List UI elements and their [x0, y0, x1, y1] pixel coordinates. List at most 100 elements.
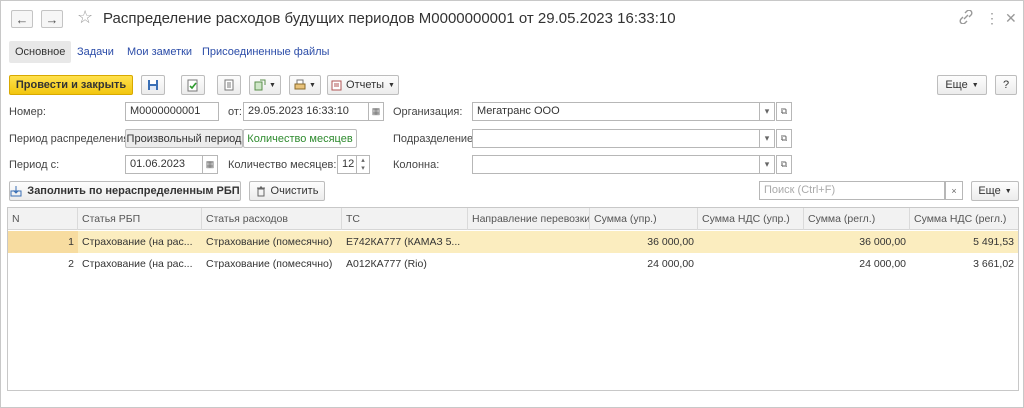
column-open-button[interactable]: ⧉ — [776, 155, 792, 174]
clear-x-icon: × — [951, 185, 957, 196]
fill-unallocated-label: Заполнить по нераспределенным РБП — [27, 185, 240, 197]
calendar-button[interactable]: ▦ — [368, 102, 384, 121]
table-cell-rbp-item[interactable]: Страхование (на рас... — [78, 231, 202, 253]
rbp-table: N Статья РБП Статья расходов ТС Направле… — [7, 207, 1019, 391]
clear-label: Очистить — [270, 185, 319, 197]
chevron-down-icon: ▾ — [764, 133, 770, 143]
create-based-on-button[interactable]: ▼ — [249, 75, 281, 95]
months-count-field[interactable]: 12 — [337, 155, 357, 174]
reports-button[interactable]: Отчеты ▼ — [327, 75, 399, 95]
organization-field[interactable]: Мегатранс ООО — [472, 102, 760, 121]
table-cell-sum-reg[interactable]: 24 000,00 — [804, 253, 910, 275]
table-cell-direction[interactable] — [468, 253, 590, 275]
table-cell-n[interactable]: 1 — [8, 231, 78, 253]
chevron-down-icon: ▼ — [971, 81, 979, 89]
table-cell-rbp-item[interactable]: Страхование (на рас... — [78, 253, 202, 275]
post-and-close-button[interactable]: Провести и закрыть — [9, 75, 133, 95]
column-header-vehicle[interactable]: ТС — [342, 208, 468, 230]
chevron-down-icon: ▾ — [764, 159, 770, 169]
fill-icon — [10, 186, 22, 197]
column-header-direction[interactable]: Направление перевозки — [468, 208, 590, 230]
months-count-stepper[interactable]: ▴ ▾ — [356, 155, 370, 174]
column-header-n[interactable]: N — [8, 208, 78, 230]
table-cell-sum-reg[interactable]: 36 000,00 — [804, 231, 910, 253]
help-button[interactable]: ? — [995, 75, 1017, 95]
more-label: Еще — [945, 79, 968, 91]
table-cell-sum-mgmt[interactable]: 24 000,00 — [590, 253, 698, 275]
table-cell-expense-item[interactable]: Страхование (помесячно) — [202, 253, 342, 275]
tab-attached-files[interactable]: Присоединенные файлы — [202, 41, 329, 63]
save-button[interactable] — [141, 75, 165, 95]
column-field[interactable] — [472, 155, 760, 174]
print-icon — [294, 79, 306, 90]
table-cell-sum-mgmt[interactable]: 36 000,00 — [590, 231, 698, 253]
table-cell-vat-reg[interactable]: 5 491,53 — [910, 231, 1018, 253]
title-bar: ← → ☆ Распределение расходов будущих пер… — [1, 1, 1023, 37]
calendar-icon: ▦ — [205, 159, 215, 169]
clear-button[interactable]: Очистить — [249, 181, 325, 201]
table-cell-direction[interactable] — [468, 231, 590, 253]
organization-open-button[interactable]: ⧉ — [776, 102, 792, 121]
back-arrow-icon: ← — [15, 11, 29, 27]
fill-unallocated-button[interactable]: Заполнить по нераспределенным РБП — [9, 181, 241, 201]
column-header-vat-reg[interactable]: Сумма НДС (регл.) — [910, 208, 1018, 230]
table-cell-vehicle[interactable]: А012КА777 (Rio) — [342, 253, 468, 275]
search-input[interactable]: Поиск (Ctrl+F) — [759, 181, 945, 200]
table-cell-n[interactable]: 2 — [8, 253, 78, 275]
organization-dropdown-button[interactable]: ▾ — [759, 102, 775, 121]
number-label: Номер: — [9, 106, 46, 118]
more-button[interactable]: Еще ▼ — [937, 75, 987, 95]
organization-label: Организация: — [393, 106, 463, 118]
table-row[interactable]: 2 Страхование (на рас... Страхование (по… — [8, 253, 1018, 275]
column-label: Колонна: — [393, 159, 440, 171]
journal-button[interactable] — [217, 75, 241, 95]
post-document-icon — [187, 79, 198, 91]
create-based-on-icon — [254, 79, 266, 91]
column-header-sum-reg[interactable]: Сумма (регл.) — [804, 208, 910, 230]
table-header: N Статья РБП Статья расходов ТС Направле… — [8, 208, 1018, 230]
column-dropdown-button[interactable]: ▾ — [759, 155, 775, 174]
stepper-up-icon: ▴ — [361, 156, 365, 164]
department-open-button[interactable]: ⧉ — [776, 129, 792, 148]
toggle-arbitrary-period[interactable]: Произвольный период — [125, 129, 243, 148]
chevron-down-icon: ▼ — [1004, 187, 1012, 195]
table-more-label: Еще — [978, 185, 1001, 197]
tab-main[interactable]: Основное — [9, 41, 72, 63]
toggle-months-count[interactable]: Количество месяцев — [243, 129, 357, 148]
star-icon[interactable]: ☆ — [77, 7, 93, 28]
period-from-calendar-button[interactable]: ▦ — [202, 155, 218, 174]
column-header-expense-item[interactable]: Статья расходов — [202, 208, 342, 230]
period-from-field[interactable]: 01.06.2023 — [125, 155, 203, 174]
save-icon — [148, 80, 158, 90]
table-cell-vat-mgmt[interactable] — [698, 231, 804, 253]
column-header-sum-mgmt[interactable]: Сумма (упр.) — [590, 208, 698, 230]
table-cell-vat-reg[interactable]: 3 661,02 — [910, 253, 1018, 275]
department-field[interactable] — [472, 129, 760, 148]
chevron-down-icon: ▼ — [388, 81, 395, 89]
tab-tasks[interactable]: Задачи — [77, 41, 114, 63]
tab-notes[interactable]: Мои заметки — [127, 41, 192, 63]
close-icon[interactable]: ✕ — [1005, 10, 1017, 27]
table-row[interactable]: 1 Страхование (на рас... Страхование (по… — [8, 231, 1018, 253]
date-field[interactable]: 29.05.2023 16:33:10 — [243, 102, 369, 121]
post-button[interactable] — [181, 75, 205, 95]
table-cell-vat-mgmt[interactable] — [698, 253, 804, 275]
table-cell-vehicle[interactable]: Е742КА777 (КАМАЗ 5... — [342, 231, 468, 253]
search-clear-button[interactable]: × — [945, 181, 963, 200]
department-dropdown-button[interactable]: ▾ — [759, 129, 775, 148]
months-count-label: Количество месяцев: — [228, 159, 337, 171]
open-icon: ⧉ — [780, 133, 788, 143]
page-title: Распределение расходов будущих периодов … — [103, 10, 676, 27]
forward-button[interactable]: → — [41, 10, 63, 28]
table-cell-expense-item[interactable]: Страхование (помесячно) — [202, 231, 342, 253]
table-more-button[interactable]: Еще ▼ — [971, 181, 1019, 201]
column-header-rbp-item[interactable]: Статья РБП — [78, 208, 202, 230]
column-header-vat-mgmt[interactable]: Сумма НДС (упр.) — [698, 208, 804, 230]
chevron-down-icon: ▾ — [764, 106, 770, 116]
number-field[interactable]: М0000000001 — [125, 102, 219, 121]
link-icon[interactable] — [959, 9, 973, 27]
more-vertical-icon[interactable]: ⋮ — [985, 10, 999, 27]
calendar-icon: ▦ — [371, 106, 381, 116]
back-button[interactable]: ← — [11, 10, 33, 28]
print-button[interactable]: ▼ — [289, 75, 321, 95]
